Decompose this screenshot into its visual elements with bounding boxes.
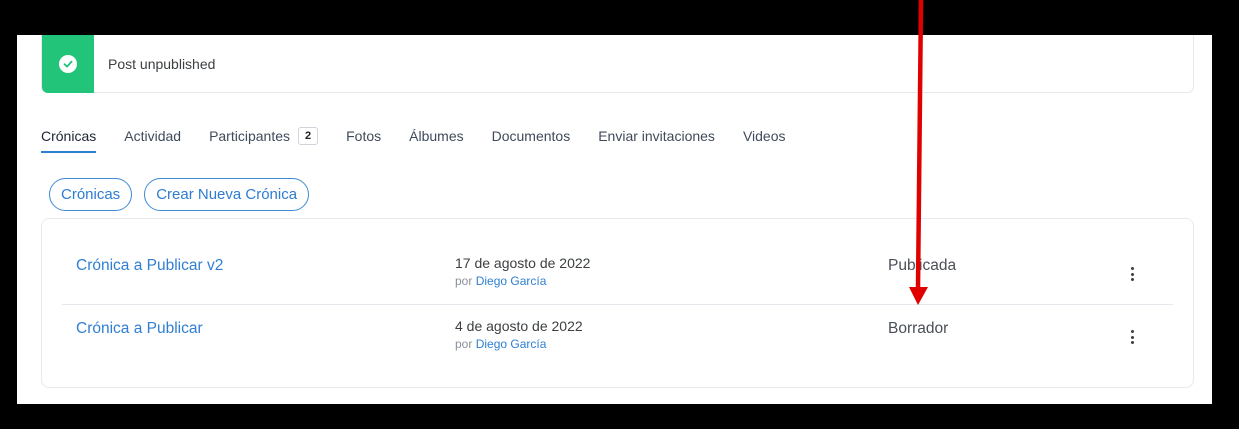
more-options-icon[interactable] [1120,262,1144,286]
more-options-icon[interactable] [1120,325,1144,349]
tab-albumes[interactable]: Álbumes [409,123,463,149]
main-panel: Post unpublished Crónicas Actividad Part… [17,35,1212,404]
action-buttons: Crónicas Crear Nueva Crónica [49,178,310,211]
byline-prefix: por [455,274,473,288]
post-byline: por Diego García [455,337,546,351]
list-item: Crónica a Publicar 4 de agosto de 2022 p… [62,306,1173,368]
tab-documentos[interactable]: Documentos [492,123,571,149]
tab-fotos[interactable]: Fotos [346,123,381,149]
check-circle-icon [59,55,77,73]
byline-prefix: por [455,337,473,351]
tab-actividad[interactable]: Actividad [124,123,181,149]
notification-message: Post unpublished [108,56,216,72]
tab-bar: Crónicas Actividad Participantes 2 Fotos … [41,123,814,153]
tab-label: Videos [742,128,786,144]
tab-enviar-invitaciones[interactable]: Enviar invitaciones [598,123,715,149]
notification-banner: Post unpublished [41,35,1194,93]
post-status: Publicada [888,257,957,274]
tab-label: Actividad [124,128,182,144]
post-date: 17 de agosto de 2022 [455,255,591,271]
cronicas-filter-button[interactable]: Crónicas [49,178,133,211]
tab-label: Enviar invitaciones [598,128,715,144]
author-link[interactable]: Diego García [476,274,547,288]
posts-list: Crónica a Publicar v2 17 de agosto de 20… [41,218,1194,388]
post-date: 4 de agosto de 2022 [455,318,583,334]
tab-label: Documentos [491,128,571,144]
post-status: Borrador [888,320,949,337]
post-title-link[interactable]: Crónica a Publicar v2 [76,257,223,275]
tab-cronicas[interactable]: Crónicas [41,123,97,153]
post-title-link[interactable]: Crónica a Publicar [76,320,203,338]
tab-participantes[interactable]: Participantes 2 [209,123,319,149]
tab-videos[interactable]: Videos [743,123,786,149]
tab-label: Participantes [209,128,290,144]
tab-label: Álbumes [409,128,464,144]
post-byline: por Diego García [455,274,546,288]
tab-label: Crónicas [41,128,97,144]
participants-count-badge: 2 [298,127,319,145]
notification-success-strip [42,35,94,93]
list-item: Crónica a Publicar v2 17 de agosto de 20… [62,243,1173,305]
author-link[interactable]: Diego García [476,337,547,351]
tab-label: Fotos [346,128,382,144]
create-cronica-button[interactable]: Crear Nueva Crónica [144,178,310,211]
